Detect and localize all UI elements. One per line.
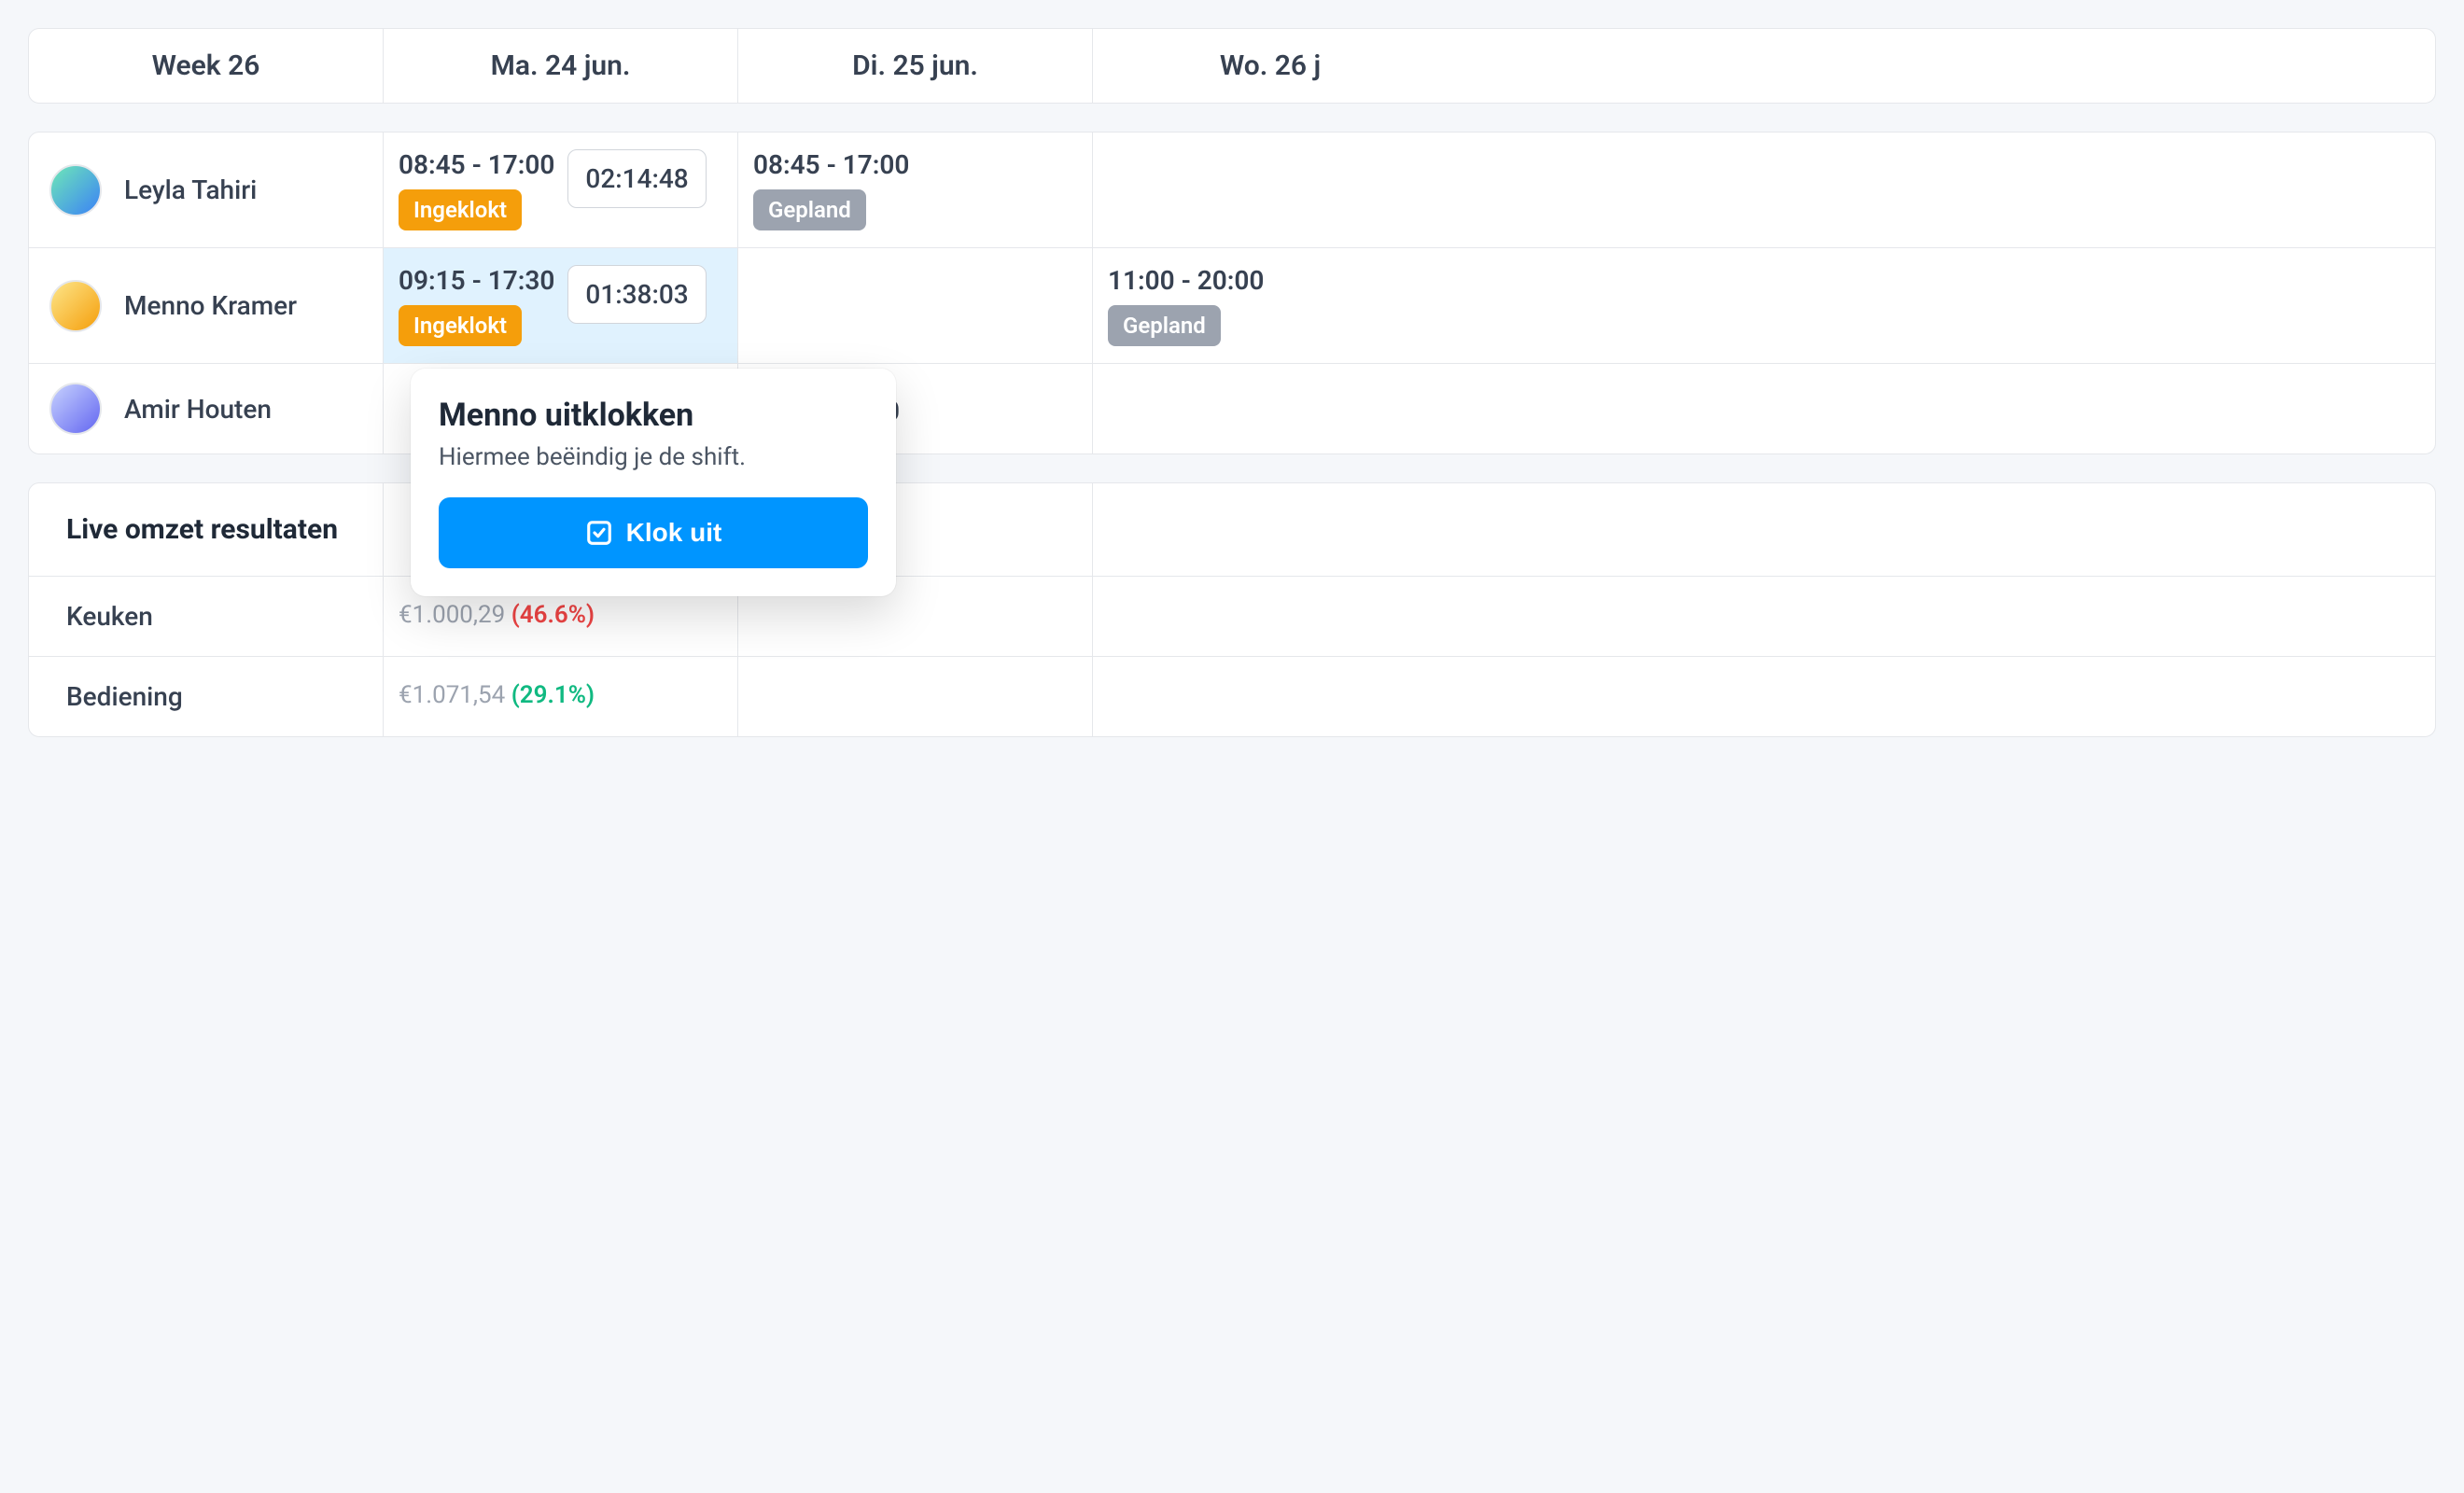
shift-time: 08:45 - 17:00 xyxy=(399,149,554,180)
popover-subtitle: Hiermee beëindig je de shift. xyxy=(439,443,868,471)
check-square-icon xyxy=(585,519,613,547)
day-header-tue[interactable]: Di. 25 jun. xyxy=(738,29,1093,103)
shift-cell[interactable]: 08:45 - 17:00 Gepland xyxy=(738,133,1093,247)
shift-timer: 02:14:48 xyxy=(567,149,706,208)
status-badge: Ingeklokt xyxy=(399,189,522,230)
employee-name: Leyla Tahiri xyxy=(124,174,257,205)
shift-time: 11:00 - 20:00 xyxy=(1108,265,1433,296)
employee-row: Menno Kramer 09:15 - 17:30 Ingeklokt 01:… xyxy=(29,248,2435,364)
schedule-body: Leyla Tahiri 08:45 - 17:00 Ingeklokt 02:… xyxy=(28,132,2436,454)
revenue-title: Live omzet resultaten xyxy=(29,483,384,576)
revenue-row: Keuken €1.000,29 (46.6%) xyxy=(29,577,2435,657)
shift-time: 09:15 - 17:30 xyxy=(399,265,554,296)
revenue-label: Bediening xyxy=(29,657,384,736)
shift-timer: 01:38:03 xyxy=(567,265,706,324)
status-badge: Gepland xyxy=(1108,305,1221,346)
revenue-value-empty xyxy=(1093,577,1448,656)
shift-cell[interactable]: 08:45 - 17:00 Ingeklokt 02:14:48 xyxy=(384,133,738,247)
day-header-mon[interactable]: Ma. 24 jun. xyxy=(384,29,738,103)
revenue-value-empty xyxy=(738,657,1093,736)
avatar xyxy=(49,280,102,332)
popover-title: Menno uitklokken xyxy=(439,397,868,434)
shift-cell-empty[interactable] xyxy=(738,248,1093,363)
clock-out-button[interactable]: Klok uit xyxy=(439,497,868,568)
employee-name: Menno Kramer xyxy=(124,290,297,321)
clock-out-button-label: Klok uit xyxy=(626,518,722,548)
revenue-row: Bediening €1.071,54 (29.1%) xyxy=(29,657,2435,736)
week-label: Week 26 xyxy=(29,29,384,103)
revenue-amount: €1.000,29 xyxy=(399,601,505,629)
shift-time: 08:45 - 17:00 xyxy=(753,149,1077,180)
revenue-amount: €1.071,54 xyxy=(399,681,505,709)
revenue-pct: (46.6%) xyxy=(511,601,595,629)
status-badge: Ingeklokt xyxy=(399,305,522,346)
employee-row: Amir Houten xyxy=(29,364,2435,453)
day-header-wed[interactable]: Wo. 26 j xyxy=(1093,29,1448,103)
avatar xyxy=(49,383,102,435)
avatar xyxy=(49,164,102,216)
shift-cell[interactable]: 11:00 - 20:00 Gepland xyxy=(1093,248,1448,363)
employee-name: Amir Houten xyxy=(124,394,272,425)
revenue-pct: (29.1%) xyxy=(511,681,595,709)
employee-cell[interactable]: Amir Houten xyxy=(29,364,384,453)
revenue-value-empty xyxy=(1093,657,1448,736)
revenue-label: Keuken xyxy=(29,577,384,656)
clock-out-popover: Menno uitklokken Hiermee beëindig je de … xyxy=(411,369,896,596)
employee-cell[interactable]: Leyla Tahiri xyxy=(29,133,384,247)
status-badge: Gepland xyxy=(753,189,866,230)
employee-cell[interactable]: Menno Kramer xyxy=(29,248,384,363)
employee-row: Leyla Tahiri 08:45 - 17:00 Ingeklokt 02:… xyxy=(29,133,2435,248)
revenue-table: Live omzet resultaten Keuken €1.000,29 (… xyxy=(28,482,2436,737)
revenue-header-empty xyxy=(1093,483,1448,576)
revenue-value: €1.071,54 (29.1%) xyxy=(384,657,738,736)
schedule-header-row: Week 26 Ma. 24 jun. Di. 25 jun. Wo. 26 j xyxy=(28,28,2436,104)
shift-cell-empty[interactable] xyxy=(1093,364,1448,453)
shift-cell-selected[interactable]: 09:15 - 17:30 Ingeklokt 01:38:03 xyxy=(384,248,738,363)
shift-cell-empty[interactable] xyxy=(1093,133,1448,247)
revenue-header: Live omzet resultaten xyxy=(29,483,2435,577)
